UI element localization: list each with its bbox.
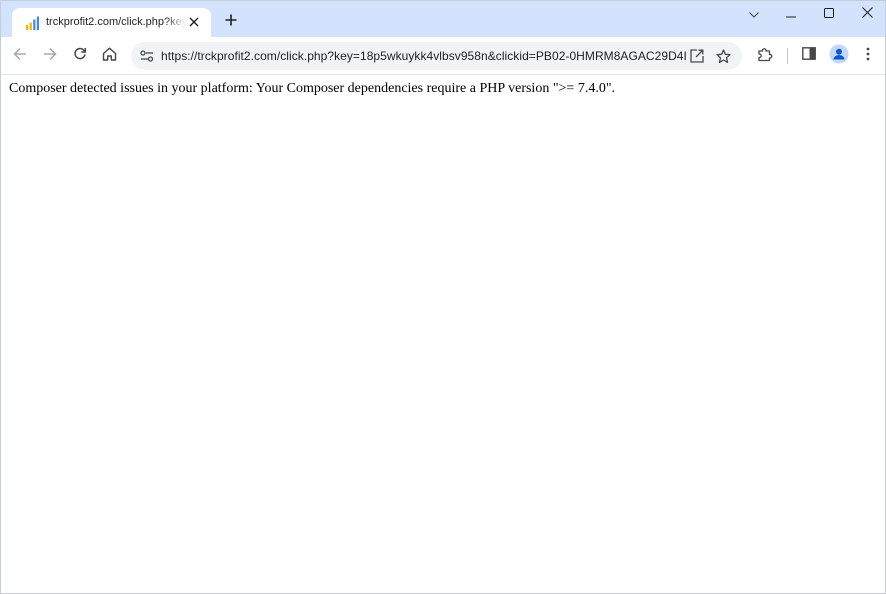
- page-content: Composer detected issues in your platfor…: [1, 76, 885, 593]
- address-bar[interactable]: https://trckprofit2.com/click.php?key=18…: [131, 42, 742, 70]
- site-info-icon[interactable]: [139, 48, 155, 64]
- url-text[interactable]: https://trckprofit2.com/click.php?key=18…: [161, 49, 686, 63]
- reload-button[interactable]: [68, 44, 92, 68]
- back-button[interactable]: [8, 44, 32, 68]
- minimize-icon: [786, 5, 796, 23]
- tab-title: trckprofit2.com/click.php?key=18p5wkuykk…: [46, 16, 186, 28]
- side-panel-icon: [802, 47, 816, 65]
- home-button[interactable]: [97, 44, 121, 68]
- home-icon: [102, 47, 117, 66]
- toolbar-divider: [787, 48, 788, 64]
- profile-avatar-icon: [829, 44, 849, 69]
- tab-search-button[interactable]: [736, 3, 772, 25]
- active-tab[interactable]: trckprofit2.com/click.php?key=18p5wkuykk…: [12, 8, 211, 37]
- minimize-button[interactable]: [773, 3, 809, 25]
- browser-toolbar: https://trckprofit2.com/click.php?key=18…: [1, 37, 885, 75]
- tab-strip: trckprofit2.com/click.php?key=18p5wkuykk…: [1, 1, 885, 37]
- kebab-menu-icon: [866, 47, 870, 66]
- close-window-button[interactable]: [849, 3, 885, 25]
- new-tab-button[interactable]: [220, 11, 242, 33]
- arrow-left-icon: [13, 47, 27, 66]
- menu-button[interactable]: [856, 44, 880, 68]
- browser-window: trckprofit2.com/click.php?key=18p5wkuykk…: [0, 0, 886, 594]
- share-icon[interactable]: [687, 46, 707, 66]
- maximize-icon: [824, 5, 834, 23]
- plus-icon: [225, 13, 237, 31]
- star-icon[interactable]: [713, 46, 733, 66]
- extensions-button[interactable]: [753, 44, 777, 68]
- chevron-down-icon: [749, 5, 759, 23]
- arrow-right-icon: [43, 47, 57, 66]
- profile-button[interactable]: [827, 44, 851, 68]
- close-icon: [861, 5, 873, 23]
- forward-button[interactable]: [38, 44, 62, 68]
- puzzle-icon: [757, 46, 773, 67]
- maximize-button[interactable]: [811, 3, 847, 25]
- composer-error-message: Composer detected issues in your platfor…: [9, 81, 616, 96]
- side-panel-button[interactable]: [797, 44, 821, 68]
- signal-bars-icon: [25, 16, 41, 30]
- tab-close-icon[interactable]: [186, 14, 202, 30]
- reload-icon: [73, 47, 87, 66]
